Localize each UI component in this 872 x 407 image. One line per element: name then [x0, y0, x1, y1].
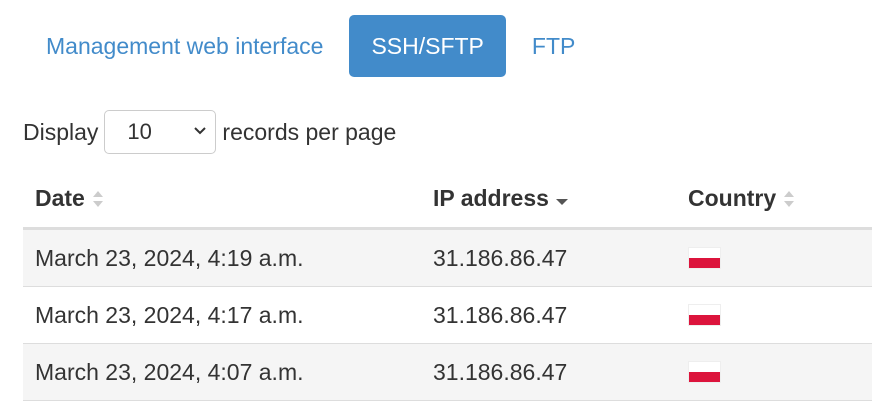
poland-flag-icon — [688, 361, 721, 383]
cell-ip-address: 31.186.86.47 — [433, 301, 568, 328]
cell-country — [676, 361, 872, 383]
cell-date: March 23, 2024, 4:07 a.m. — [35, 358, 304, 385]
cell-country — [676, 247, 872, 269]
column-header-label: IP address — [433, 185, 549, 211]
display-label: Display — [23, 118, 99, 145]
table-row: March 23, 2024, 4:19 a.m. 31.186.86.47 — [23, 230, 872, 287]
records-per-page-select[interactable]: 10 — [104, 110, 217, 154]
chevron-down-icon — [194, 127, 207, 135]
cell-country — [676, 304, 872, 326]
tab-management-web-interface[interactable]: Management web interface — [30, 15, 339, 77]
column-header-country[interactable]: Country — [676, 185, 872, 212]
column-header-ip-address[interactable]: IP address — [421, 185, 676, 212]
tab-ftp[interactable]: FTP — [516, 15, 591, 77]
logins-table: Date IP address Country March 23, 2024, … — [23, 170, 872, 401]
column-header-label: Date — [35, 185, 85, 211]
records-per-page-label: records per page — [222, 118, 397, 145]
records-per-page-value: 10 — [127, 119, 152, 144]
table-row: March 23, 2024, 4:07 a.m. 31.186.86.47 — [23, 344, 872, 401]
sort-both-icon — [92, 190, 103, 207]
tab-ssh-sftp[interactable]: SSH/SFTP — [349, 15, 506, 77]
poland-flag-icon — [688, 247, 721, 269]
page: Management web interface SSH/SFTP FTP Di… — [0, 0, 872, 407]
cell-ip-address: 31.186.86.47 — [433, 358, 568, 385]
cell-date: March 23, 2024, 4:17 a.m. — [35, 301, 304, 328]
column-header-date[interactable]: Date — [23, 185, 421, 212]
sort-both-icon — [784, 190, 795, 207]
sort-desc-icon — [555, 198, 568, 205]
tab-bar: Management web interface SSH/SFTP FTP — [30, 15, 591, 77]
poland-flag-icon — [688, 304, 721, 326]
table-row: March 23, 2024, 4:17 a.m. 31.186.86.47 — [23, 287, 872, 344]
cell-date: March 23, 2024, 4:19 a.m. — [35, 244, 304, 271]
cell-ip-address: 31.186.86.47 — [433, 244, 568, 271]
table-header: Date IP address Country — [23, 170, 872, 230]
records-per-page-control: Display 10 records per page — [23, 110, 396, 154]
column-header-label: Country — [688, 185, 777, 211]
